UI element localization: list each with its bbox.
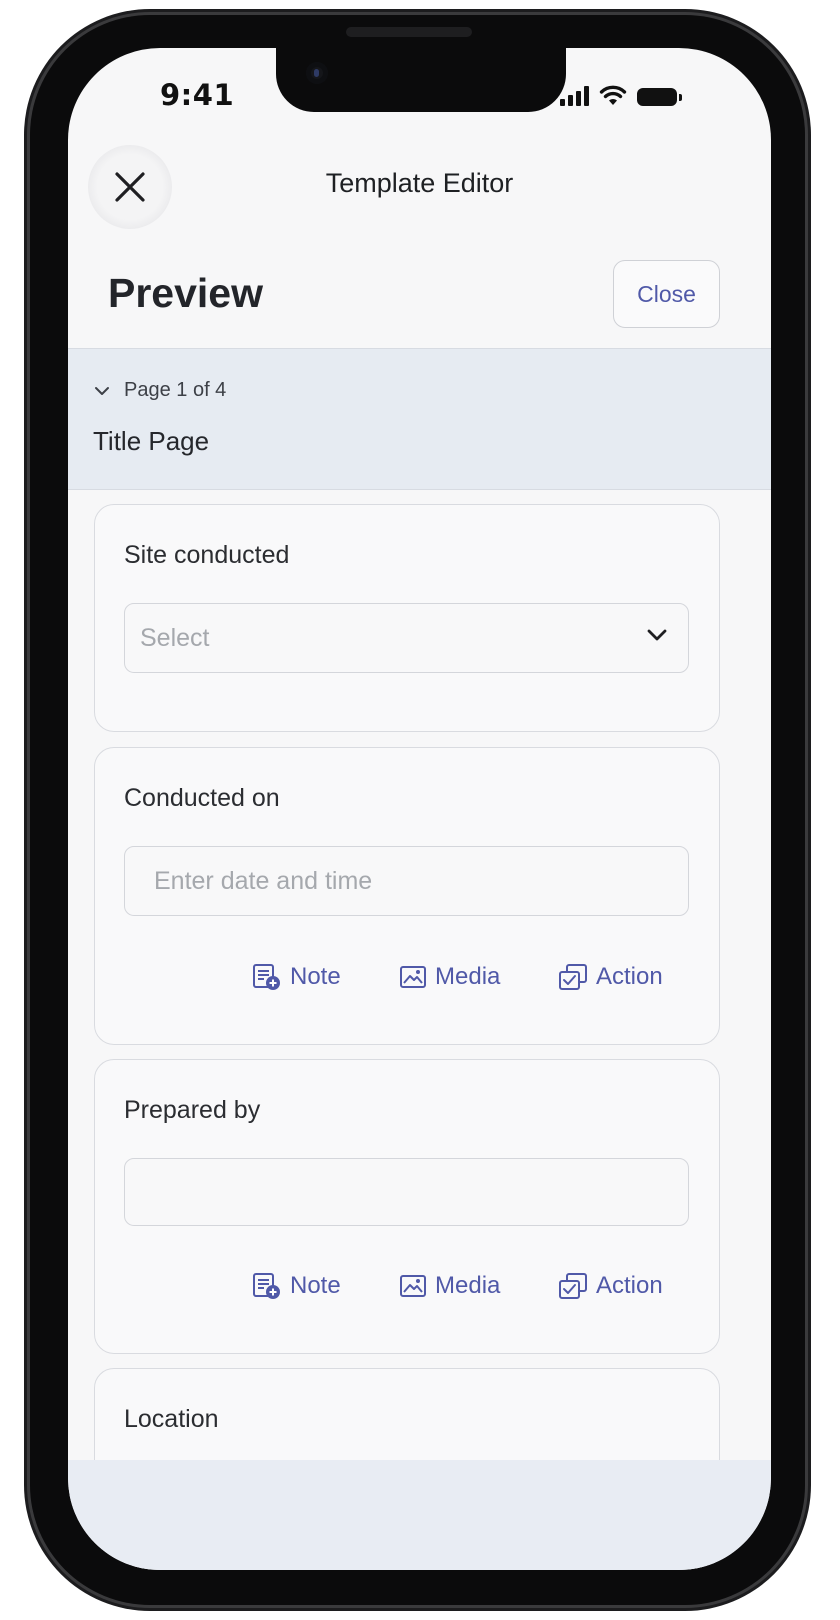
- chevron-down-icon: [647, 629, 667, 641]
- status-icons: [560, 85, 682, 106]
- battery-icon: [637, 88, 682, 106]
- question-label: Conducted on: [124, 784, 280, 812]
- question-label: Location: [124, 1405, 219, 1433]
- status-time: 9:41: [160, 78, 235, 112]
- header-title: Template Editor: [325, 168, 514, 198]
- media-label: Media: [435, 963, 501, 990]
- page-header[interactable]: Page 1 of 4 Title Page: [68, 348, 771, 490]
- question-label: Prepared by: [124, 1096, 261, 1124]
- media-button[interactable]: Media: [399, 1272, 500, 1300]
- media-icon: [400, 966, 426, 988]
- media-icon: [400, 1275, 426, 1297]
- select-placeholder: Select: [140, 623, 210, 652]
- prepared-by-input[interactable]: [124, 1158, 689, 1226]
- page-indicator-label: Page 1 of 4: [124, 379, 227, 401]
- note-icon: [253, 964, 280, 990]
- note-label: Note: [290, 963, 341, 990]
- action-icon: [559, 1273, 587, 1299]
- question-actions: Note Media Action: [95, 963, 719, 999]
- question-card-site-conducted: Site conducted Select: [94, 504, 720, 732]
- note-icon: [253, 1273, 280, 1299]
- note-label: Note: [290, 1272, 341, 1299]
- action-button[interactable]: Action: [558, 1272, 663, 1300]
- front-camera: [306, 62, 328, 84]
- action-icon: [559, 964, 587, 990]
- chevron-down-icon: [95, 386, 109, 395]
- wifi-icon: [599, 85, 627, 105]
- site-select[interactable]: Select: [124, 603, 689, 673]
- page-indicator[interactable]: Page 1 of 4: [94, 379, 226, 402]
- action-label: Action: [596, 1272, 663, 1299]
- media-label: Media: [435, 1272, 501, 1299]
- phone-screen: 9:41 Template Editor Preview Close Page …: [68, 48, 771, 1570]
- question-card-prepared-by: Prepared by Note Media Action: [94, 1059, 720, 1354]
- note-button[interactable]: Note: [252, 963, 341, 991]
- action-button[interactable]: Action: [558, 963, 663, 991]
- question-label: Site conducted: [124, 541, 290, 569]
- media-button[interactable]: Media: [399, 963, 500, 991]
- page-title: Title Page: [93, 426, 210, 456]
- question-actions: Note Media Action: [95, 1272, 719, 1308]
- action-label: Action: [596, 963, 663, 990]
- note-button[interactable]: Note: [252, 1272, 341, 1300]
- question-card-conducted-on: Conducted on Enter date and time Note Me…: [94, 747, 720, 1045]
- earpiece-speaker: [346, 27, 472, 37]
- date-time-input[interactable]: Enter date and time: [124, 846, 689, 916]
- close-preview-button[interactable]: Close: [613, 260, 720, 328]
- notch: [276, 48, 566, 112]
- preview-title: Preview: [108, 270, 263, 316]
- signal-icon: [560, 86, 589, 106]
- bottom-bar: [68, 1460, 771, 1570]
